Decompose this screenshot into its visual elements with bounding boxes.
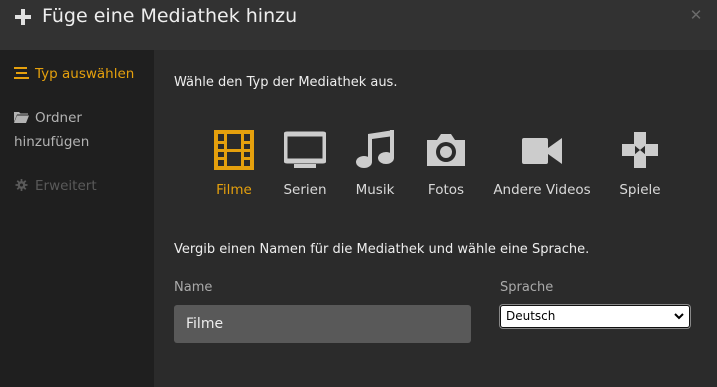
type-label: Spiele [619,182,661,198]
gear-icon [15,179,28,191]
sidebar-item-label: Erweitert [35,178,97,194]
type-option-tv[interactable]: Serien [280,130,330,198]
type-label: Fotos [427,182,465,198]
type-option-music[interactable]: Musik [352,130,398,198]
language-label: Sprache [500,280,554,295]
language-select-value: Deutsch [506,309,556,323]
sidebar-item-folders[interactable]: Ordner hinzufügen [14,106,144,154]
type-label: Andere Videos [493,182,591,198]
type-option-photos[interactable]: Fotos [424,130,468,198]
film-icon [214,130,254,170]
chevron-down-icon [674,313,684,320]
language-select[interactable]: Deutsch [500,305,690,328]
plus-icon [15,9,31,25]
list-icon [14,67,29,79]
sidebar-item-advanced: Erweitert [14,174,97,198]
name-section-text: Vergib einen Namen für die Mediathek und… [174,242,590,257]
type-option-games[interactable]: Spiele [616,130,664,198]
sidebar: Typ auswählen Ordner hinzufügen Erweiter… [0,50,154,387]
video-camera-icon [522,138,562,164]
main-panel: Wähle den Typ der Mediathek aus. Filme S… [154,50,717,387]
folder-icon [14,112,29,123]
dialog-title: Füge eine Mediathek hinzu [42,5,298,27]
sidebar-item-type[interactable]: Typ auswählen [14,62,134,86]
type-label: Musik [355,182,395,198]
type-intro-text: Wähle den Typ der Mediathek aus. [174,75,398,90]
tv-icon [284,131,326,168]
type-label: Filme [216,182,252,198]
type-option-other-videos[interactable]: Andere Videos [492,130,592,198]
type-label: Serien [283,182,327,198]
music-note-icon [356,130,394,168]
gamepad-icon [622,132,658,168]
type-option-movies[interactable]: Filme [212,130,256,198]
camera-icon [427,134,465,166]
close-icon[interactable]: ✕ [689,8,703,23]
sidebar-item-label: Typ auswählen [35,66,135,82]
dialog-header: Füge eine Mediathek hinzu ✕ [0,0,717,50]
library-type-list: Filme Serien Musik Fotos Andere Videos S… [154,130,717,210]
library-name-input[interactable] [174,305,471,343]
name-label: Name [174,280,213,295]
